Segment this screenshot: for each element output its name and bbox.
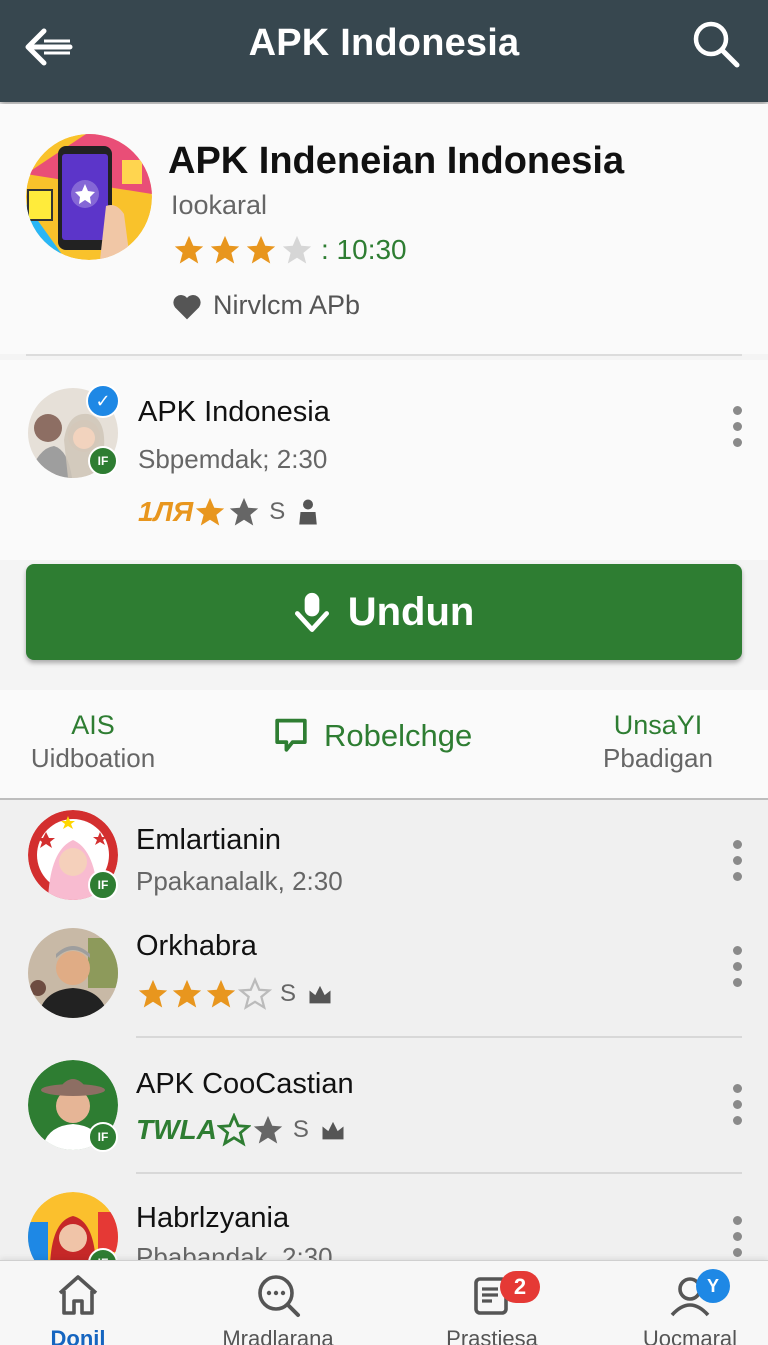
nav-home[interactable]: Donil xyxy=(8,1271,148,1345)
stat-left-label: Uidboation xyxy=(30,743,156,773)
app-icon xyxy=(26,134,152,260)
stat-right-value: UnsaYI xyxy=(613,710,703,740)
list-item-badge: IF xyxy=(88,870,118,900)
star-empty-icon xyxy=(253,1115,283,1144)
star-empty-icon xyxy=(230,497,259,526)
wishlist-row[interactable]: Nirvlcm APb xyxy=(171,290,360,321)
divider xyxy=(26,354,742,356)
app-bar: APK Indonesia xyxy=(0,0,768,102)
comment-icon xyxy=(275,718,307,752)
stat-right[interactable]: UnsaYI Pbadigan xyxy=(594,710,722,774)
publisher-meta: Sbpemdak; 2:30 xyxy=(138,444,328,474)
divider xyxy=(136,1172,742,1174)
nav-account-label: Uocmaral xyxy=(642,1326,738,1345)
app-title: APK Indeneian Indonesia xyxy=(168,140,625,182)
app-rating: : 10:30 xyxy=(171,232,407,268)
app-bar-title: APK Indonesia xyxy=(248,22,520,64)
publisher-rating: 1ЛЯ S xyxy=(138,494,323,530)
app-developer: Iookaral xyxy=(171,190,268,220)
list-item-title: Habrlzyania xyxy=(136,1202,290,1234)
star-empty-icon xyxy=(282,235,312,264)
divider xyxy=(136,1036,742,1038)
star-outline-icon xyxy=(216,1113,251,1147)
download-button[interactable]: Undun xyxy=(26,564,742,660)
star-full-icon xyxy=(246,235,276,264)
star-full-icon xyxy=(138,979,168,1008)
rating-suffix: S xyxy=(280,980,297,1007)
stat-middle[interactable]: Robelchge xyxy=(272,716,472,756)
more-options-icon[interactable] xyxy=(731,1084,743,1130)
nav-account[interactable]: Uocmaral Y xyxy=(620,1269,760,1345)
publisher-badge: IF xyxy=(88,446,118,476)
nav-updates[interactable]: Prastiesa 2 xyxy=(422,1271,562,1345)
app-list: IF Emlartianin Ppakanalalk, 2:30 Orkhabr… xyxy=(0,800,768,1260)
verified-icon: ✓ xyxy=(86,384,120,418)
list-item-title: Orkhabra xyxy=(136,930,257,962)
publisher-card[interactable]: ✓ IF APK Indonesia Sbpemdak; 2:30 1ЛЯ S xyxy=(0,360,768,560)
rating-stars xyxy=(171,233,315,267)
list-item-rating: S xyxy=(136,976,334,1012)
star-full-icon xyxy=(174,235,204,264)
publisher-name: APK Indonesia xyxy=(138,396,330,428)
nav-home-label: Donil xyxy=(50,1326,106,1345)
more-options-icon[interactable] xyxy=(731,840,743,886)
download-icon xyxy=(294,592,329,632)
more-options-icon[interactable] xyxy=(731,946,743,992)
list-item-title: APK CooCastian xyxy=(136,1068,354,1100)
nav-messages-label: Mradlarana xyxy=(222,1326,334,1345)
stat-right-label: Pbadigan xyxy=(603,743,713,773)
stat-middle-label: Robelchge xyxy=(324,718,473,753)
list-item-avatar xyxy=(28,928,118,1018)
star-full-icon xyxy=(206,979,236,1008)
heart-icon xyxy=(173,294,201,319)
rating-suffix: S xyxy=(269,498,286,525)
person-icon xyxy=(299,499,317,525)
stats-row: AIS Uidboation Robelchge UnsaYI Pbadigan xyxy=(0,690,768,798)
star-full-icon xyxy=(172,979,202,1008)
search-icon[interactable] xyxy=(690,18,742,70)
app-header: APK Indeneian Indonesia Iookaral : 10:30… xyxy=(0,104,768,354)
home-icon xyxy=(58,1275,98,1315)
list-item-title: Emlartianin xyxy=(136,824,282,856)
rating-suffix: S xyxy=(292,1116,309,1143)
list-item-meta: Pbabandak, 2:30 xyxy=(136,1242,333,1260)
nav-messages[interactable]: Mradlarana xyxy=(208,1271,348,1345)
crown-icon xyxy=(322,1121,344,1140)
nav-updates-label: Prastiesa xyxy=(446,1326,538,1345)
star-full-icon xyxy=(196,497,225,526)
star-outline-icon xyxy=(238,977,272,1010)
rating-time: : 10:30 xyxy=(321,234,407,265)
notification-badge: Y xyxy=(696,1269,730,1303)
more-options-icon[interactable] xyxy=(731,1216,743,1260)
list-item-badge: IF xyxy=(88,1122,118,1152)
bottom-navigation: Donil Mradlarana Prastiesa 2 Uocmaral Y xyxy=(0,1260,768,1345)
notification-badge: 2 xyxy=(500,1271,540,1303)
chat-search-icon xyxy=(258,1275,300,1317)
download-label: Undun xyxy=(347,589,475,634)
list-item-rating: TWLA S xyxy=(136,1112,347,1148)
list-item-meta: Ppakanalalk, 2:30 xyxy=(136,866,343,896)
stat-left-value: AIS xyxy=(71,710,115,740)
wishlist-label: Nirvlcm APb xyxy=(213,290,361,320)
rating-prefix: 1ЛЯ xyxy=(138,496,194,527)
stat-left[interactable]: AIS Uidboation xyxy=(18,710,168,774)
star-full-icon xyxy=(210,235,240,264)
more-options-icon[interactable] xyxy=(731,406,743,452)
crown-icon xyxy=(309,985,331,1004)
rating-prefix: TWLA xyxy=(136,1114,217,1145)
